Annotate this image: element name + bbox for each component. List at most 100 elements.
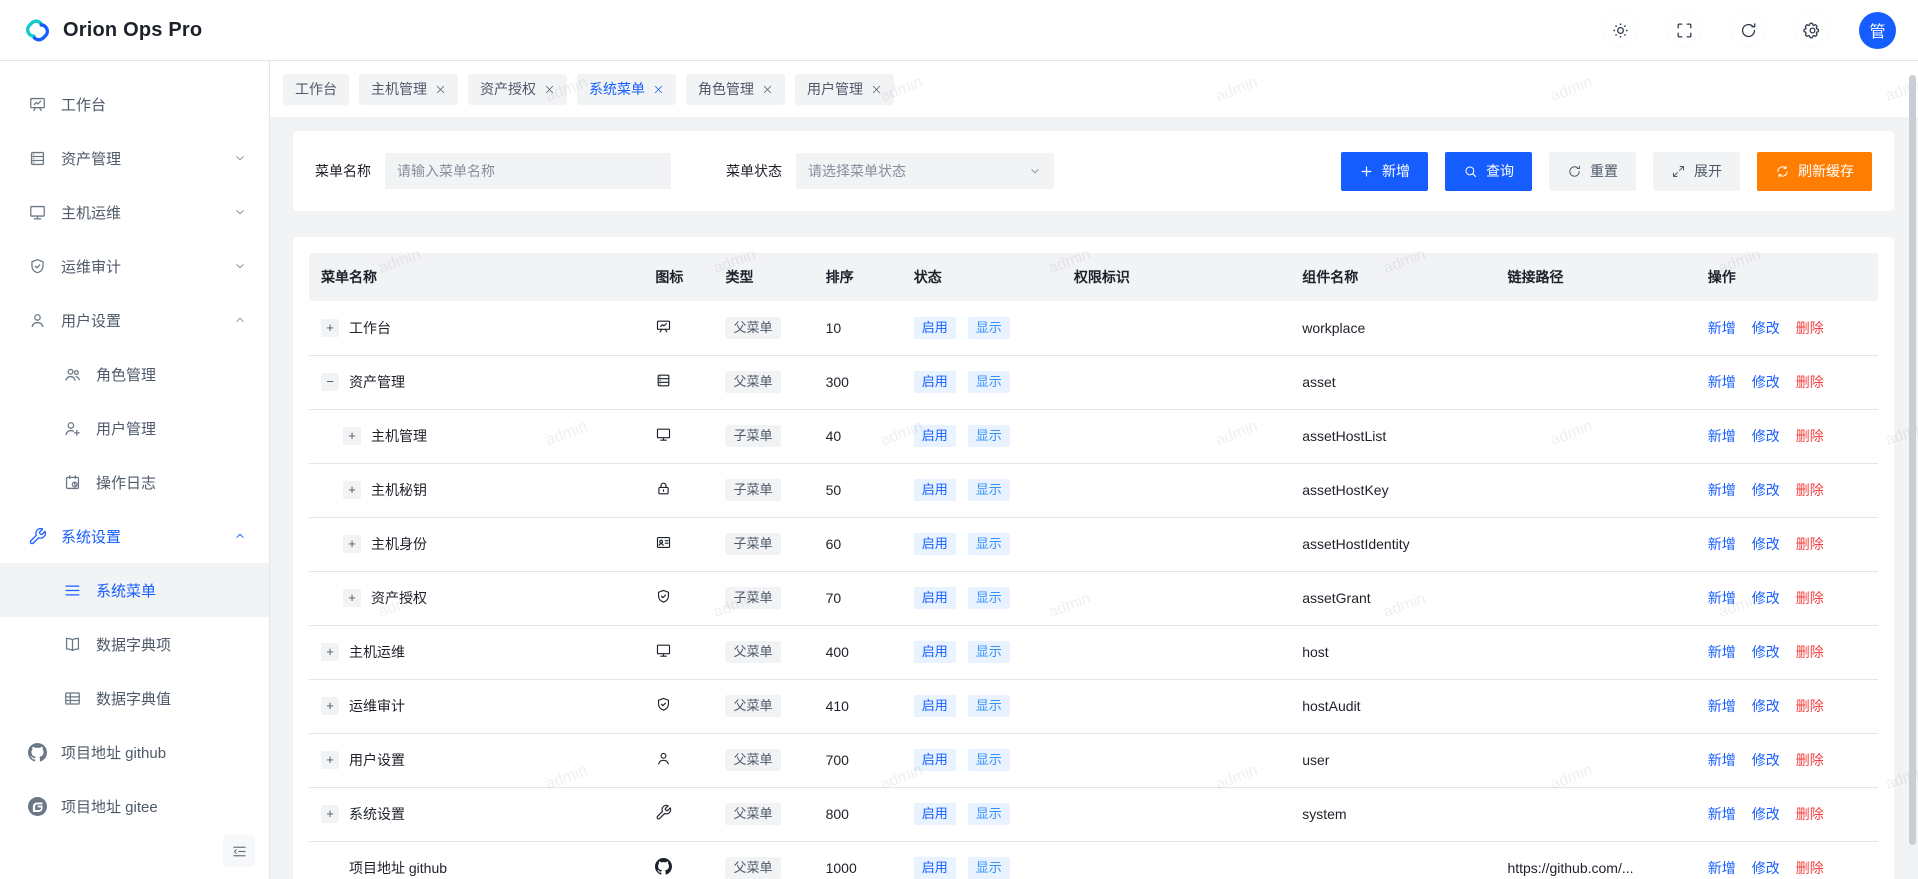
settings-icon-button[interactable] — [1795, 13, 1829, 47]
main-area: 工作台主机管理资产授权系统菜单角色管理用户管理 菜单名称 菜单状态 请选择菜单状… — [270, 61, 1918, 879]
action-edit-link[interactable]: 修改 — [1752, 806, 1780, 822]
sidebar-item-system-menu[interactable]: 系统菜单 — [0, 563, 269, 617]
action-add-link[interactable]: 新增 — [1708, 428, 1736, 444]
action-add-link[interactable]: 新增 — [1708, 860, 1736, 876]
expand-toggle-collapse[interactable]: − — [321, 373, 339, 391]
expand-toggle-expand[interactable]: + — [343, 535, 361, 553]
action-edit-link[interactable]: 修改 — [1752, 644, 1780, 660]
query-button[interactable]: 查询 — [1445, 152, 1532, 191]
action-delete-link[interactable]: 删除 — [1796, 536, 1824, 552]
table-row-9: +系统设置父菜单800启用显示system新增修改删除 — [309, 787, 1878, 841]
header-actions: 管 — [1603, 12, 1896, 49]
close-icon[interactable] — [435, 84, 446, 95]
sort-value: 50 — [810, 463, 898, 517]
add-button[interactable]: 新增 — [1341, 152, 1428, 191]
expand-toggle-expand[interactable]: + — [343, 481, 361, 499]
action-delete-link[interactable]: 删除 — [1796, 752, 1824, 768]
menu-name-input[interactable] — [385, 153, 671, 189]
action-edit-link[interactable]: 修改 — [1752, 860, 1780, 876]
action-edit-link[interactable]: 修改 — [1752, 482, 1780, 498]
action-add-link[interactable]: 新增 — [1708, 374, 1736, 390]
log-icon — [63, 473, 82, 492]
action-edit-link[interactable]: 修改 — [1752, 698, 1780, 714]
action-delete-link[interactable]: 删除 — [1796, 698, 1824, 714]
menu-status-select[interactable]: 请选择菜单状态 — [796, 153, 1054, 189]
brand[interactable]: Orion Ops Pro — [22, 15, 202, 46]
action-edit-link[interactable]: 修改 — [1752, 752, 1780, 768]
action-delete-link[interactable]: 删除 — [1796, 428, 1824, 444]
expand-toggle-expand[interactable]: + — [321, 697, 339, 715]
tab-host-management[interactable]: 主机管理 — [359, 74, 458, 105]
action-add-link[interactable]: 新增 — [1708, 590, 1736, 606]
component-value: assetHostKey — [1286, 463, 1491, 517]
page-scrollbar-thumb[interactable] — [1909, 75, 1916, 845]
sidebar-item-github[interactable]: 项目地址 github — [0, 725, 269, 779]
action-edit-link[interactable]: 修改 — [1752, 320, 1780, 336]
sidebar-item-host-ops[interactable]: 主机运维 — [0, 185, 269, 239]
button-label: 刷新缓存 — [1798, 161, 1854, 181]
theme-icon-button[interactable] — [1603, 13, 1637, 47]
component-value: hostAudit — [1286, 679, 1491, 733]
gitee-icon — [28, 797, 47, 816]
collapse-sidebar-button[interactable] — [223, 835, 255, 867]
toolbar: 新增查询重置展开 刷新缓存 — [1341, 152, 1872, 191]
sort-value: 70 — [810, 571, 898, 625]
close-icon[interactable] — [762, 84, 773, 95]
action-delete-link[interactable]: 删除 — [1796, 806, 1824, 822]
sidebar-item-role-management[interactable]: 角色管理 — [0, 347, 269, 401]
expand-button[interactable]: 展开 — [1653, 152, 1740, 191]
action-delete-link[interactable]: 删除 — [1796, 860, 1824, 876]
sidebar-item-user-management[interactable]: 用户管理 — [0, 401, 269, 455]
action-edit-link[interactable]: 修改 — [1752, 428, 1780, 444]
component-value: system — [1286, 787, 1491, 841]
expand-toggle-expand[interactable]: + — [343, 427, 361, 445]
tab-asset-grant[interactable]: 资产授权 — [468, 74, 567, 105]
refresh-icon-button[interactable] — [1731, 13, 1765, 47]
action-delete-link[interactable]: 删除 — [1796, 320, 1824, 336]
tab-role-management[interactable]: 角色管理 — [686, 74, 785, 105]
close-icon[interactable] — [544, 84, 555, 95]
action-add-link[interactable]: 新增 — [1708, 806, 1736, 822]
tab-label: 用户管理 — [807, 79, 863, 99]
tab-user-management[interactable]: 用户管理 — [795, 74, 894, 105]
expand-toggle-expand[interactable]: + — [321, 643, 339, 661]
sidebar-item-workplace[interactable]: 工作台 — [0, 77, 269, 131]
action-delete-link[interactable]: 删除 — [1796, 590, 1824, 606]
action-edit-link[interactable]: 修改 — [1752, 590, 1780, 606]
close-icon[interactable] — [653, 84, 664, 95]
action-delete-link[interactable]: 删除 — [1796, 644, 1824, 660]
sidebar-item-dict-values[interactable]: 数据字典值 — [0, 671, 269, 725]
action-add-link[interactable]: 新增 — [1708, 644, 1736, 660]
sidebar-item-operation-log[interactable]: 操作日志 — [0, 455, 269, 509]
user-avatar[interactable]: 管 — [1859, 12, 1896, 49]
user-add-icon — [63, 419, 82, 438]
action-edit-link[interactable]: 修改 — [1752, 536, 1780, 552]
action-edit-link[interactable]: 修改 — [1752, 374, 1780, 390]
fullscreen-icon-button[interactable] — [1667, 13, 1701, 47]
tab-system-menu[interactable]: 系统菜单 — [577, 74, 676, 105]
sidebar-item-system-settings[interactable]: 系统设置 — [0, 509, 269, 563]
sidebar-item-asset-management[interactable]: 资产管理 — [0, 131, 269, 185]
sidebar: 工作台资产管理主机运维运维审计用户设置角色管理用户管理操作日志系统设置系统菜单数… — [0, 61, 270, 879]
tab-workplace[interactable]: 工作台 — [283, 74, 349, 105]
refresh-cache-button[interactable]: 刷新缓存 — [1757, 152, 1872, 191]
action-add-link[interactable]: 新增 — [1708, 752, 1736, 768]
action-add-link[interactable]: 新增 — [1708, 482, 1736, 498]
menu-status-placeholder: 请选择菜单状态 — [808, 161, 906, 181]
action-add-link[interactable]: 新增 — [1708, 536, 1736, 552]
action-add-link[interactable]: 新增 — [1708, 698, 1736, 714]
action-delete-link[interactable]: 删除 — [1796, 482, 1824, 498]
wrench-icon — [28, 527, 47, 546]
reset-button[interactable]: 重置 — [1549, 152, 1636, 191]
expand-toggle-expand[interactable]: + — [321, 751, 339, 769]
close-icon[interactable] — [871, 84, 882, 95]
expand-toggle-expand[interactable]: + — [321, 319, 339, 337]
sidebar-item-user-settings[interactable]: 用户设置 — [0, 293, 269, 347]
sidebar-item-dict-keys[interactable]: 数据字典项 — [0, 617, 269, 671]
sidebar-item-gitee[interactable]: 项目地址 gitee — [0, 779, 269, 833]
action-delete-link[interactable]: 删除 — [1796, 374, 1824, 390]
action-add-link[interactable]: 新增 — [1708, 320, 1736, 336]
expand-toggle-expand[interactable]: + — [321, 805, 339, 823]
sidebar-item-ops-audit[interactable]: 运维审计 — [0, 239, 269, 293]
expand-toggle-expand[interactable]: + — [343, 589, 361, 607]
